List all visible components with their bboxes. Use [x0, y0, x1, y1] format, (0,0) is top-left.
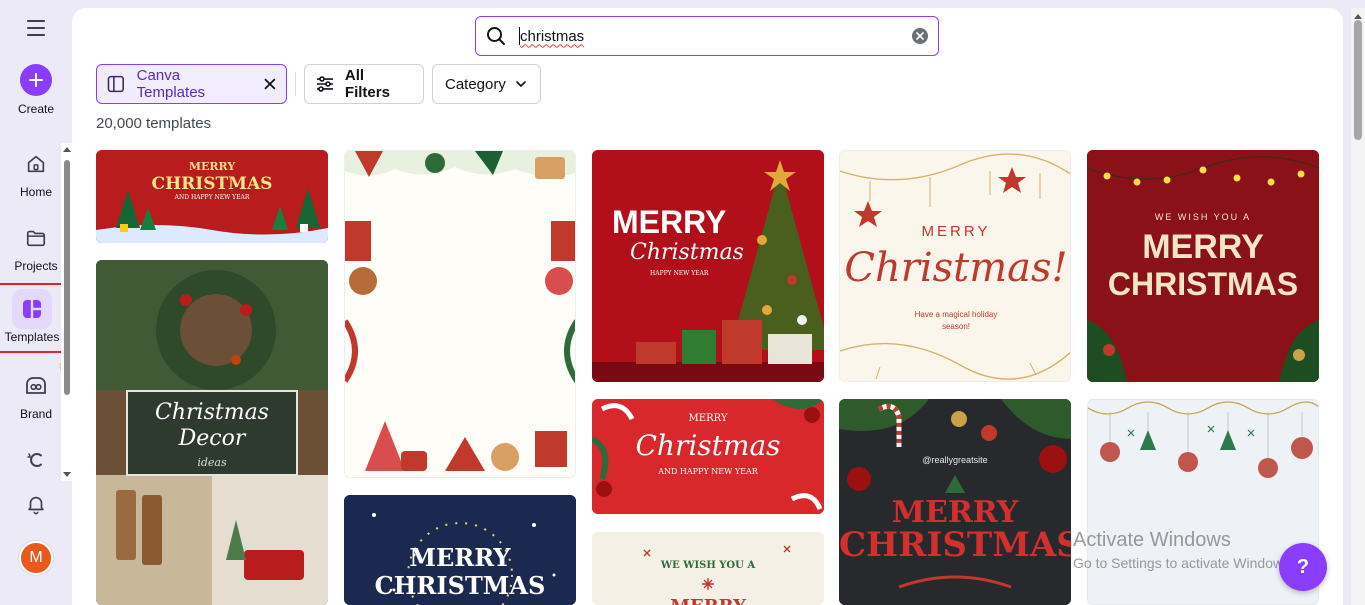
christmas-frame-illustration	[345, 151, 575, 477]
card-title-line: Christmas	[635, 429, 781, 462]
card-title-line: MERRY	[921, 223, 991, 240]
close-icon	[916, 32, 924, 40]
template-card[interactable]	[344, 150, 576, 478]
template-card[interactable]: Christmas Decor ideas	[96, 260, 328, 605]
card-title-line: @reallygreatsite	[922, 455, 988, 465]
card-title-line: MERRY	[188, 160, 236, 173]
create-label: Create	[17, 102, 55, 116]
card-subtitle: AND HAPPY NEW YEAR	[174, 194, 250, 201]
sidebar-item-notifications[interactable]	[0, 484, 72, 524]
template-card[interactable]: @reallygreatsite MERRY CHRISTMAS	[839, 399, 1071, 605]
search-value: christmas	[520, 27, 585, 45]
results-count: 20,000 templates	[96, 115, 212, 132]
clear-search-button[interactable]	[912, 28, 928, 44]
templates-icon	[12, 289, 52, 329]
card-title-line: CHRISTMAS	[1107, 266, 1299, 302]
card-title-line: MERRY	[1142, 228, 1264, 266]
sidebar-item-templates[interactable]: Templates	[0, 283, 66, 353]
watermark-title: Activate Windows	[1073, 529, 1231, 551]
canva-c-icon	[16, 440, 56, 480]
card-subtitle: AND HAPPY NEW YEAR	[658, 467, 758, 476]
folder-icon	[16, 218, 56, 258]
avatar[interactable]: M	[19, 541, 53, 575]
plus-icon	[20, 64, 52, 96]
help-label: ?	[1296, 555, 1310, 578]
brand-icon: ♛	[16, 362, 67, 406]
chevron-down-icon	[516, 81, 526, 87]
template-card[interactable]: MERRY Christmas HAPPY NEW YEAR	[592, 150, 824, 382]
all-filters-label: All Filters	[344, 67, 390, 101]
sidebar-item-label: Templates	[4, 330, 60, 344]
search-icon	[487, 27, 505, 45]
card-title-line: MERRY	[688, 413, 728, 424]
watermark-subtitle: Go to Settings to activate Windows.	[1073, 555, 1294, 571]
create-button[interactable]: Create	[0, 64, 72, 116]
sliders-icon	[316, 76, 333, 92]
card-title-line: WE WISH YOU A	[1154, 212, 1252, 222]
search-input[interactable]: christmas	[475, 16, 939, 56]
card-title-line: Christmas	[155, 400, 269, 425]
category-label: Category	[445, 75, 506, 93]
card-title-line: CHRISTMAS	[839, 525, 1071, 565]
card-subtitle: HAPPY NEW YEAR	[650, 270, 709, 277]
scroll-up-arrow-icon[interactable]	[63, 147, 71, 152]
hamburger-menu-icon[interactable]	[24, 16, 48, 40]
template-card[interactable]: WE WISH YOU A MERRY CHRISTMAS	[1087, 150, 1319, 382]
card-title-line: Christmas!	[844, 245, 1068, 291]
home-icon	[16, 144, 56, 184]
help-button[interactable]: ?	[1279, 543, 1327, 591]
card-title-line: CHRISTMAS	[151, 174, 273, 194]
card-title-line: WE WISH YOU A	[660, 560, 756, 571]
scrollbar-thumb[interactable]	[64, 160, 70, 395]
card-title-line: Decor	[178, 426, 246, 451]
template-card[interactable]: MERRY CHRISTMAS	[344, 495, 576, 605]
activate-windows-watermark: Activate Windows Go to Settings to activ…	[1073, 529, 1294, 571]
filter-divider	[295, 72, 296, 96]
bell-icon	[16, 484, 56, 524]
chip-label: Canva Templates	[136, 67, 206, 101]
scroll-up-arrow-icon[interactable]	[1354, 14, 1362, 19]
template-layout-icon	[107, 75, 124, 93]
card-title-line: MERRY	[592, 596, 824, 605]
card-title-line: CHRISTMAS	[374, 571, 546, 600]
template-card[interactable]: MERRY Christmas! Have a magical holiday …	[839, 150, 1071, 382]
all-filters-button[interactable]: All Filters	[304, 64, 424, 104]
template-card[interactable]: MERRY CHRISTMAS AND HAPPY NEW YEAR	[96, 150, 328, 243]
template-card[interactable]: WE WISH YOU A MERRY	[592, 532, 824, 605]
remove-chip-icon[interactable]	[264, 78, 276, 90]
main-scrollbar[interactable]	[1351, 8, 1365, 605]
card-title-line: MERRY	[612, 204, 727, 240]
card-subtitle: Have a magical holiday season!	[914, 310, 998, 331]
template-card[interactable]: MERRY Christmas AND HAPPY NEW YEAR	[592, 399, 824, 514]
main-panel: christmas Canva Templates All Filters Ca…	[72, 8, 1343, 605]
scroll-down-arrow-icon[interactable]	[63, 472, 71, 477]
decor-title-panel: Christmas Decor ideas	[126, 390, 298, 476]
canva-templates-filter-chip[interactable]: Canva Templates	[96, 64, 287, 104]
category-dropdown[interactable]: Category	[432, 64, 541, 104]
avatar-initial: M	[29, 549, 43, 566]
card-title-line: Christmas	[630, 240, 744, 265]
christmas-tree-photo	[592, 150, 824, 382]
scrollbar-thumb[interactable]	[1354, 20, 1362, 140]
card-subtitle: ideas	[197, 456, 227, 469]
card-title-line: MERRY	[409, 543, 511, 572]
